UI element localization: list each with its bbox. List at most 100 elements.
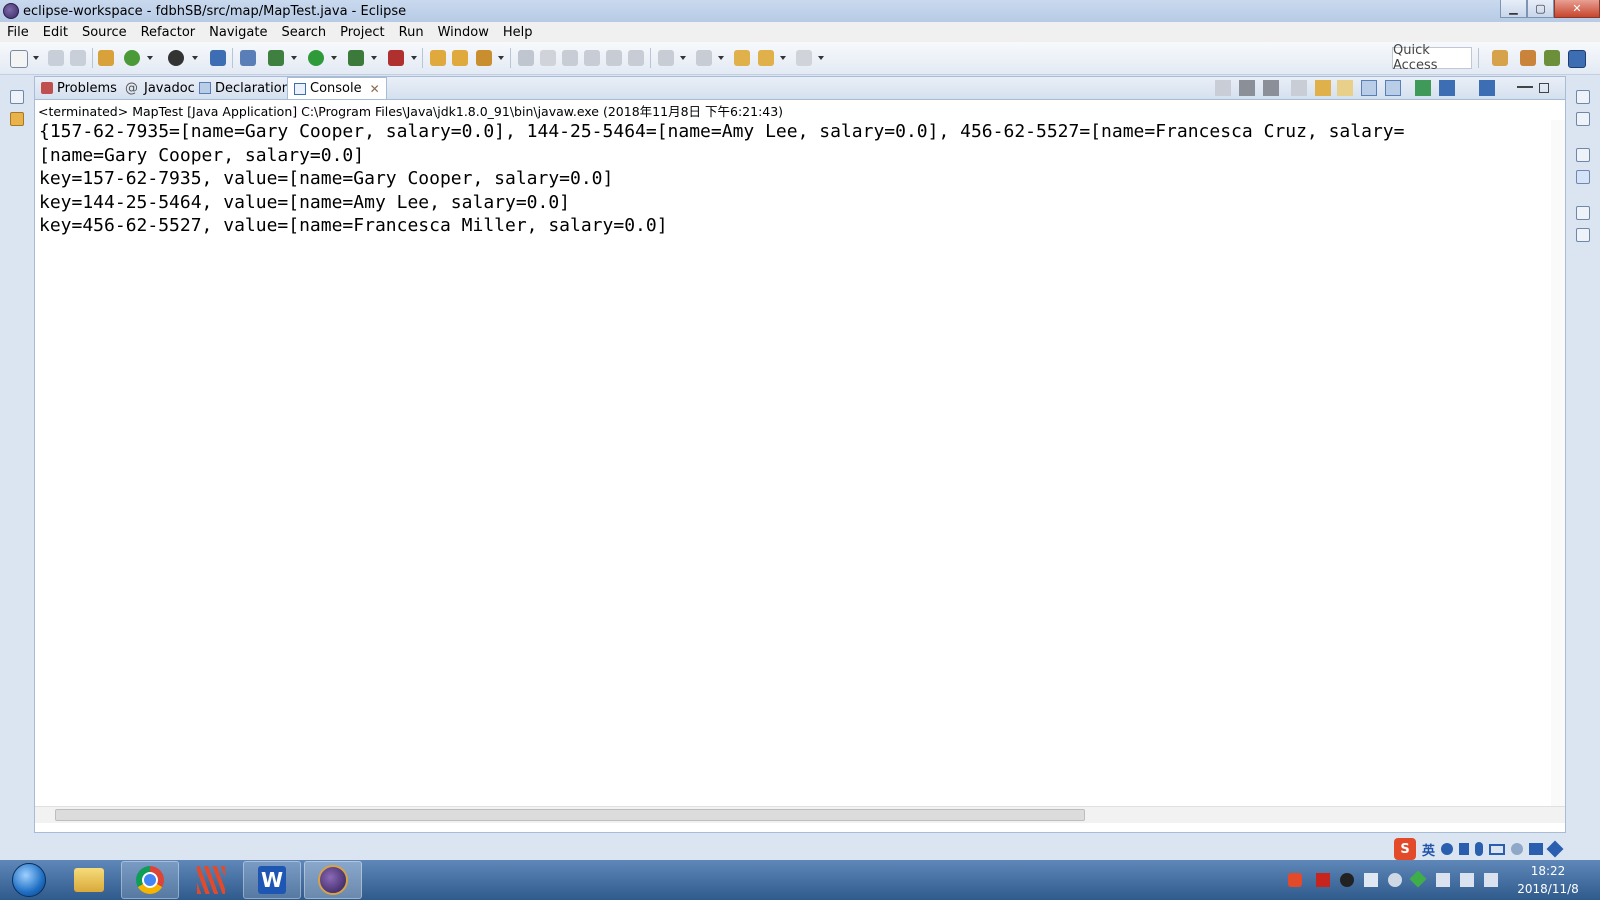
debug-dropdown-icon[interactable]	[291, 56, 297, 60]
back-icon[interactable]	[758, 50, 774, 66]
taskbar-chrome[interactable]	[121, 861, 179, 899]
maximize-view-icon[interactable]	[1539, 83, 1549, 93]
taskbar-wps-writer[interactable]: W	[243, 861, 301, 899]
taskbar-eclipse[interactable]	[304, 861, 362, 899]
pin-console-icon[interactable]	[1415, 80, 1431, 96]
word-wrap-console-icon[interactable]	[1337, 80, 1353, 96]
external-tools-dropdown-icon[interactable]	[411, 56, 417, 60]
console-view-icon[interactable]	[210, 50, 226, 66]
run-dropdown-icon[interactable]	[331, 56, 337, 60]
minimize-view-icon[interactable]	[1517, 86, 1533, 88]
debug-perspective-icon[interactable]	[1544, 50, 1560, 66]
close-tab-icon[interactable]: ✕	[370, 82, 380, 96]
menu-source[interactable]: Source	[75, 25, 134, 40]
new-icon[interactable]	[10, 50, 28, 68]
menu-navigate[interactable]: Navigate	[202, 25, 274, 40]
refresh-icon[interactable]	[124, 50, 140, 66]
prev-annotation-icon[interactable]	[696, 50, 712, 66]
scroll-lock-icon[interactable]	[1315, 80, 1331, 96]
restore-icon[interactable]	[1576, 90, 1590, 104]
prev-annotation-dropdown-icon[interactable]	[718, 56, 724, 60]
menu-window[interactable]: Window	[431, 25, 496, 40]
last-edit-icon[interactable]	[734, 50, 750, 66]
next-annotation-dropdown-icon[interactable]	[680, 56, 686, 60]
console-output[interactable]: {157-62-7935=[name=Gary Cooper, salary=0…	[35, 120, 1551, 806]
task-list-icon[interactable]	[1576, 112, 1590, 126]
coverage-icon[interactable]	[348, 50, 364, 66]
menu-search[interactable]: Search	[274, 25, 333, 40]
debug-icon[interactable]	[268, 50, 284, 66]
tab-javadoc[interactable]: @ Javadoc	[125, 77, 195, 99]
new-dropdown-icon[interactable]	[33, 56, 39, 60]
show-on-stderr-icon[interactable]	[1385, 80, 1401, 96]
skip-breakpoints-icon[interactable]	[240, 50, 256, 66]
next-annotation-icon[interactable]	[658, 50, 674, 66]
display-console-icon[interactable]	[1439, 80, 1455, 96]
open-console-icon[interactable]	[1479, 80, 1495, 96]
new-package-icon[interactable]	[98, 50, 114, 66]
forward-icon[interactable]	[796, 50, 812, 66]
show-whitespace-icon[interactable]	[606, 50, 622, 66]
network-device-tray-icon[interactable]	[1364, 873, 1378, 887]
network-tray-icon[interactable]	[1460, 873, 1474, 887]
volume-muted-tray-icon[interactable]	[1484, 873, 1498, 887]
taskbar-file-explorer[interactable]	[60, 861, 118, 899]
settings-tray-icon[interactable]	[1388, 873, 1402, 887]
forward-dropdown-icon[interactable]	[818, 56, 824, 60]
save-icon[interactable]	[48, 50, 64, 66]
outline-icon[interactable]	[1576, 170, 1590, 184]
back-dropdown-icon[interactable]	[780, 56, 786, 60]
maximize-button[interactable]: ▢	[1527, 0, 1554, 18]
run-icon[interactable]	[308, 50, 324, 66]
sogou-tray-icon[interactable]	[1288, 873, 1302, 887]
coverage-dropdown-icon[interactable]	[371, 56, 377, 60]
scroll-thumb[interactable]	[55, 809, 1085, 821]
menu-project[interactable]: Project	[333, 25, 391, 40]
restore-icon[interactable]	[1576, 206, 1590, 220]
user-icon[interactable]	[1511, 843, 1524, 855]
block-selection-icon[interactable]	[562, 50, 578, 66]
moon-icon[interactable]	[1441, 843, 1454, 855]
menu-refactor[interactable]: Refactor	[134, 25, 203, 40]
open-type-icon[interactable]	[430, 50, 446, 66]
package-explorer-icon[interactable]	[10, 112, 24, 126]
profile-icon[interactable]	[168, 50, 184, 66]
minimize-button[interactable]: ▁	[1500, 0, 1527, 18]
horizontal-scrollbar[interactable]	[35, 806, 1565, 823]
word-wrap-icon[interactable]	[584, 50, 600, 66]
clear-console-icon[interactable]	[1291, 80, 1307, 96]
tab-declaration[interactable]: Declaration	[199, 77, 290, 99]
save-all-icon[interactable]	[70, 50, 86, 66]
vertical-scrollbar[interactable]	[1551, 120, 1565, 806]
tab-console[interactable]: Console ✕	[287, 77, 387, 99]
java-ee-perspective-icon[interactable]	[1520, 50, 1536, 66]
java-perspective-icon[interactable]	[1568, 50, 1586, 68]
flag-tray-icon[interactable]	[1436, 873, 1450, 887]
close-button[interactable]: ✕	[1554, 0, 1600, 18]
menu-edit[interactable]: Edit	[36, 25, 75, 40]
qq-tray-icon[interactable]	[1340, 873, 1354, 887]
search-tool-icon[interactable]	[476, 50, 492, 66]
terminate-icon[interactable]	[1215, 80, 1231, 96]
taskbar-app-stripes[interactable]	[182, 861, 240, 899]
menu-run[interactable]: Run	[392, 25, 431, 40]
open-task-icon[interactable]	[452, 50, 468, 66]
palette-icon[interactable]	[1576, 228, 1590, 242]
quick-access-field[interactable]: Quick Access	[1392, 43, 1472, 73]
refresh-dropdown-icon[interactable]	[147, 56, 153, 60]
wrench-icon[interactable]	[1546, 840, 1564, 858]
open-perspective-icon[interactable]	[1492, 50, 1508, 66]
acrobat-tray-icon[interactable]	[1316, 873, 1330, 887]
external-tools-icon[interactable]	[388, 50, 404, 66]
sogou-logo-icon[interactable]: S	[1394, 838, 1416, 860]
menu-file[interactable]: File	[0, 25, 36, 40]
remove-launch-icon[interactable]	[1239, 80, 1255, 96]
annotation-icon[interactable]	[518, 50, 534, 66]
menu-help[interactable]: Help	[496, 25, 540, 40]
shirt-icon[interactable]	[1529, 843, 1544, 855]
ime-language-toggle[interactable]: 英	[1422, 840, 1435, 859]
profile-dropdown-icon[interactable]	[192, 56, 198, 60]
tab-problems[interactable]: Problems	[41, 77, 117, 99]
search-dropdown-icon[interactable]	[498, 56, 504, 60]
pilcrow-icon[interactable]	[628, 50, 644, 66]
